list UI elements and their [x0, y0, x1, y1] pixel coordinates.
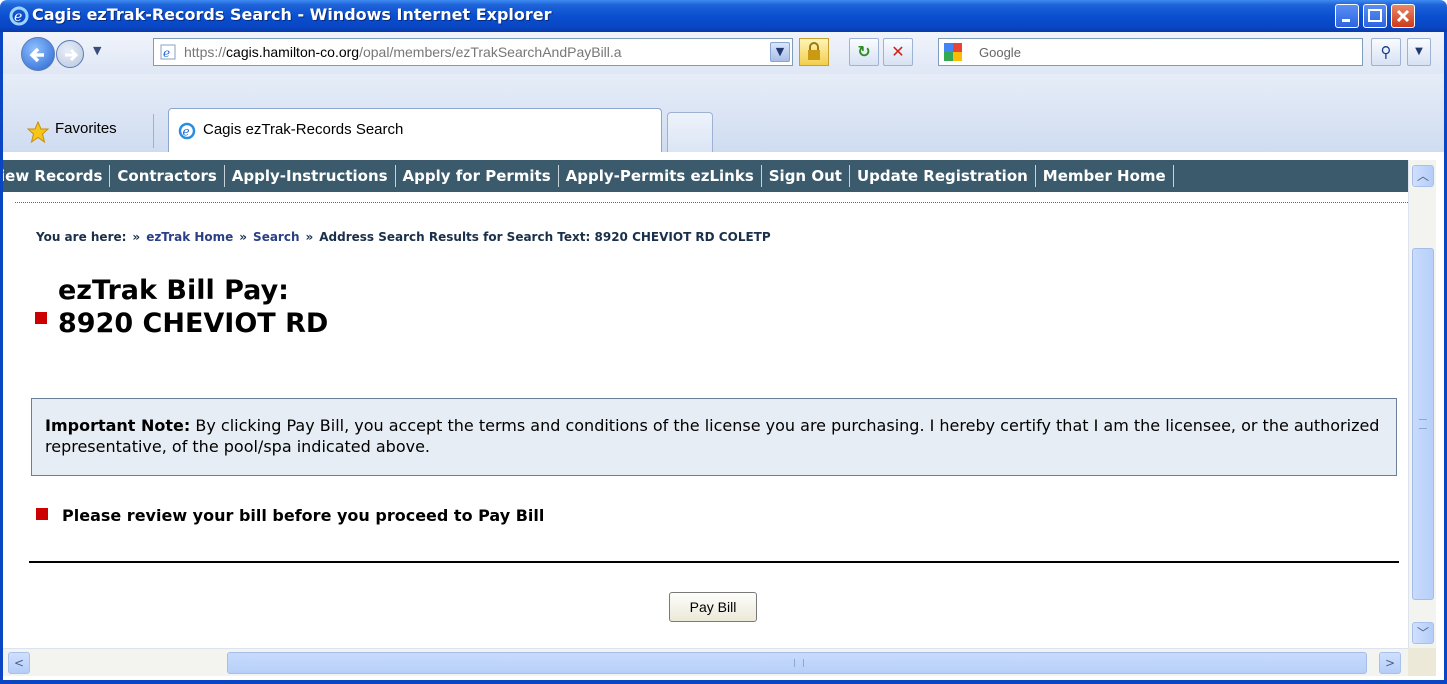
close-window-button[interactable] [1391, 4, 1415, 28]
address-text[interactable]: https://cagis.hamilton-co.org/opal/membe… [184, 44, 762, 60]
address-dropdown-button[interactable]: ▼ [770, 42, 790, 62]
breadcrumb-separator: » [132, 230, 141, 244]
review-instruction: Please review your bill before you proce… [62, 506, 545, 525]
search-button[interactable]: ⚲ [1371, 38, 1401, 66]
svg-text:e: e [163, 46, 170, 60]
page-title: ezTrak Bill Pay: 8920 CHEVIOT RD [58, 274, 328, 340]
important-note-box: Important Note: By clicking Pay Bill, yo… [31, 398, 1397, 476]
stop-icon: ✕ [891, 42, 905, 61]
minimize-icon [1342, 19, 1350, 22]
stop-button[interactable]: ✕ [883, 38, 913, 66]
minimize-button[interactable] [1335, 4, 1359, 28]
close-icon [1396, 9, 1410, 23]
nav-apply-permits-ezlinks[interactable]: Apply-Permits ezLinks [559, 165, 762, 187]
refresh-icon: ↻ [857, 42, 871, 61]
site-navigation: iew Records Contractors Apply-Instructio… [3, 160, 1408, 192]
chevron-left-icon: < [13, 656, 25, 670]
horizontal-scroll-thumb[interactable] [227, 652, 1367, 674]
window-title: Cagis ezTrak-Records Search - Windows In… [32, 5, 552, 24]
search-box[interactable]: Google [938, 38, 1363, 66]
breadcrumb-search-link[interactable]: Search [253, 230, 299, 244]
nav-update-registration[interactable]: Update Registration [850, 165, 1036, 187]
nav-sign-out[interactable]: Sign Out [762, 165, 850, 187]
forward-button[interactable] [56, 40, 84, 68]
breadcrumb-separator: » [239, 230, 248, 244]
ie-page-icon: e [160, 44, 176, 60]
svg-text:e: e [14, 9, 22, 25]
toolbar-divider [153, 114, 154, 148]
search-placeholder: Google [979, 45, 1021, 60]
grip-icon [1419, 419, 1427, 429]
important-note-label: Important Note: [45, 416, 191, 435]
search-options-dropdown[interactable]: ▼ [1407, 38, 1431, 66]
address-bar[interactable]: e https://cagis.hamilton-co.org/opal/mem… [153, 38, 793, 66]
svg-text:e: e [183, 125, 190, 139]
breadcrumb-prefix: You are here: [36, 230, 127, 244]
window-titlebar: e Cagis ezTrak-Records Search - Windows … [0, 0, 1447, 32]
lock-icon [808, 42, 820, 60]
page-content: iew Records Contractors Apply-Instructio… [0, 152, 1447, 684]
scroll-right-button[interactable]: > [1379, 652, 1401, 674]
important-note: Important Note: By clicking Pay Bill, yo… [45, 415, 1385, 457]
back-button[interactable] [21, 37, 55, 71]
grip-icon [794, 659, 804, 667]
nav-divider [15, 202, 1408, 203]
back-arrow-icon [29, 47, 44, 63]
breadcrumb: You are here: » ezTrak Home » Search » Address… [36, 230, 771, 244]
tab-label: Cagis ezTrak-Records Search [203, 121, 404, 138]
important-note-text: By clicking Pay Bill, you accept the ter… [45, 416, 1380, 456]
address-domain: cagis.hamilton-co.org [226, 44, 360, 60]
breadcrumb-separator: » [305, 230, 314, 244]
scroll-left-button[interactable]: < [8, 652, 30, 674]
forward-arrow-icon [65, 48, 79, 62]
recent-pages-dropdown[interactable]: ▼ [93, 44, 101, 57]
scroll-down-button[interactable]: ﹀ [1412, 622, 1434, 644]
breadcrumb-home-link[interactable]: ezTrak Home [146, 230, 233, 244]
vertical-scrollbar[interactable]: ︿ ﹀ [1408, 160, 1436, 648]
security-lock-button[interactable] [799, 38, 829, 66]
google-logo-icon [944, 43, 962, 61]
nav-apply-instructions[interactable]: Apply-Instructions [225, 165, 396, 187]
search-icon: ⚲ [1380, 43, 1392, 61]
page-title-line2: 8920 CHEVIOT RD [58, 308, 329, 339]
new-tab-button[interactable] [667, 112, 713, 152]
chevron-down-icon: ﹀ [1416, 626, 1429, 640]
nav-member-home[interactable]: Member Home [1036, 165, 1174, 187]
favorites-button[interactable]: Favorites [55, 120, 117, 137]
scrollbar-corner [1408, 648, 1436, 676]
review-bullet [36, 508, 48, 520]
heading-bullet [35, 312, 47, 324]
favorites-tab-bar: Favorites e Cagis ezTrak-Records Search [0, 74, 1447, 152]
address-scheme: https:// [184, 44, 227, 60]
vertical-scroll-thumb[interactable] [1412, 248, 1434, 600]
chevron-right-icon: > [1384, 656, 1396, 670]
nav-view-records[interactable]: iew Records [3, 165, 111, 187]
nav-contractors[interactable]: Contractors [110, 165, 225, 187]
breadcrumb-current: Address Search Results for Search Text: … [319, 230, 771, 244]
page-title-line1: ezTrak Bill Pay: [58, 275, 289, 306]
horizontal-scrollbar[interactable]: < > [3, 648, 1408, 676]
favorites-star-icon [27, 121, 49, 143]
maximize-icon [1368, 9, 1382, 22]
section-divider [29, 561, 1399, 563]
chevron-up-icon: ︿ [1416, 169, 1429, 183]
maximize-button[interactable] [1363, 4, 1387, 28]
scroll-up-button[interactable]: ︿ [1412, 165, 1434, 187]
refresh-button[interactable]: ↻ [849, 38, 879, 66]
ie-logo-icon: e [9, 6, 29, 26]
nav-apply-for-permits[interactable]: Apply for Permits [396, 165, 559, 187]
tab-cagis-eztrak[interactable]: e Cagis ezTrak-Records Search [168, 108, 662, 152]
pay-bill-button[interactable]: Pay Bill [669, 592, 757, 622]
ie-logo-icon: e [178, 122, 196, 140]
navigation-toolbar: ▼ e https://cagis.hamilton-co.org/opal/m… [0, 32, 1447, 74]
address-path: /opal/members/ezTrakSearchAndPayBill.a [359, 44, 622, 60]
